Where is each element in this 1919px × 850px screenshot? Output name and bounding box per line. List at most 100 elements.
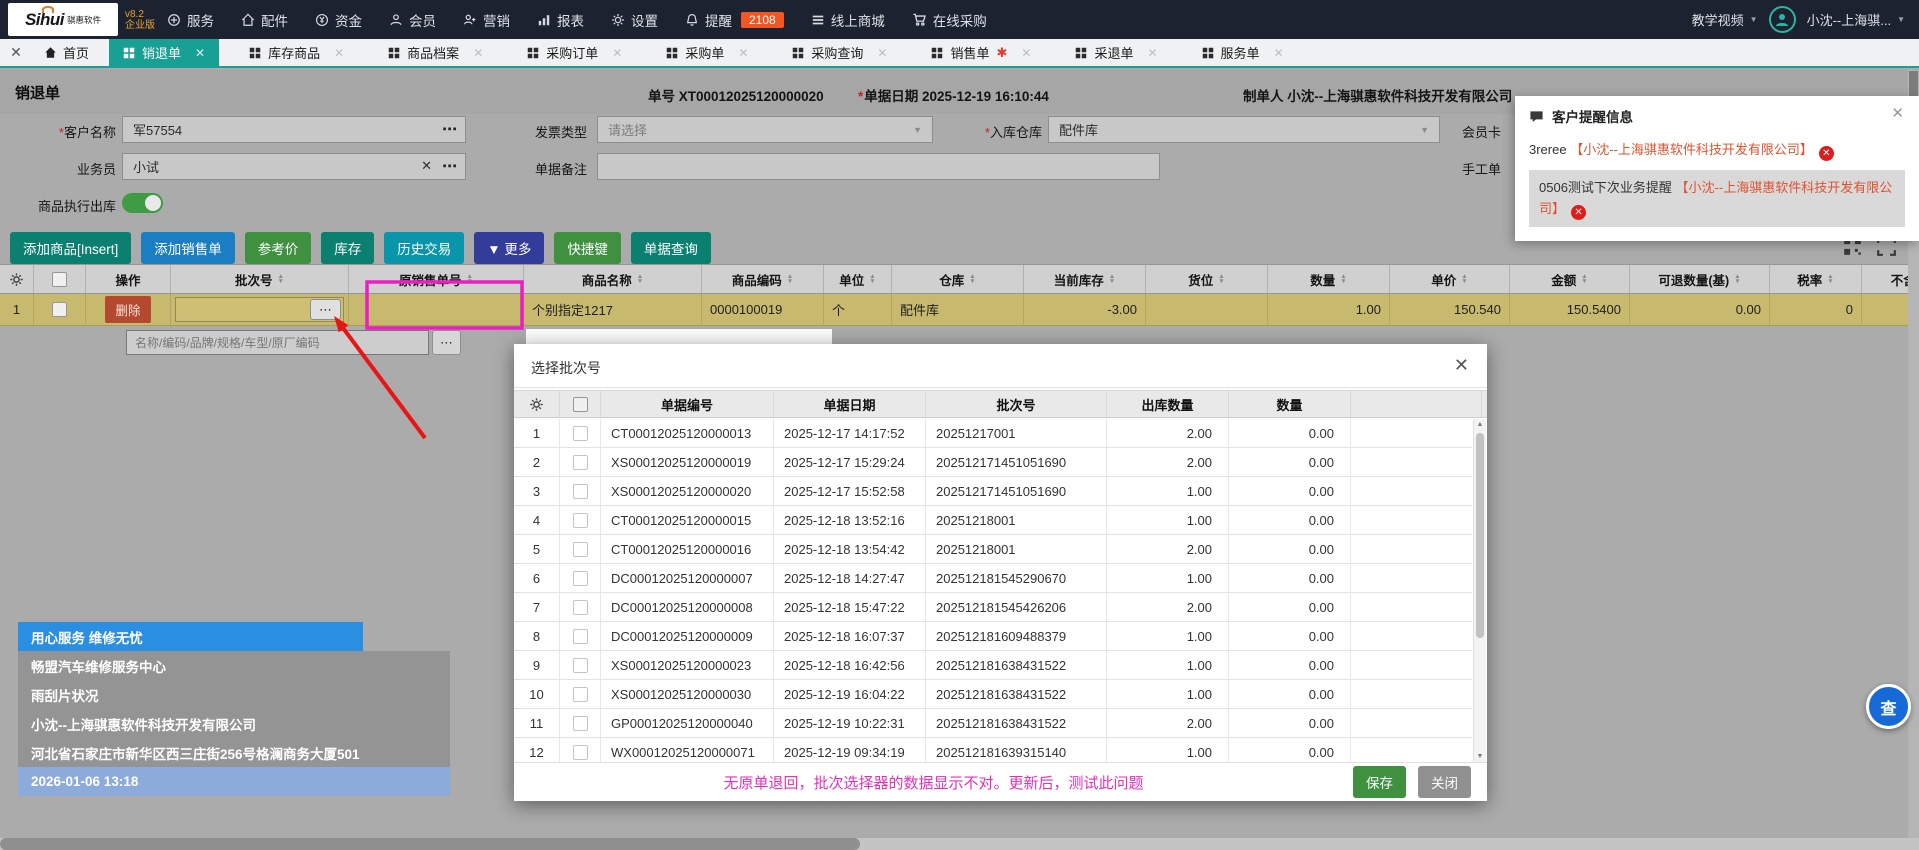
batch-row-checkbox[interactable] [573,745,588,760]
toolbar-button-添加销售单[interactable]: 添加销售单 [141,232,235,264]
batch-row-checkbox[interactable] [573,426,588,441]
tab-销退单[interactable]: 销退单✕ [109,39,219,66]
batch-row[interactable]: 3XS000120251200000202025-12-17 15:52:582… [514,477,1472,506]
tutorial-videos-link[interactable]: 教学视频 ▼ [1692,10,1758,29]
column-header-商品名称[interactable]: 商品名称▲▼ [524,265,702,293]
batch-row-checkbox[interactable] [573,658,588,673]
column-header-商品编码[interactable]: 商品编码▲▼ [702,265,824,293]
toolbar-button-参考价[interactable]: 参考价 [245,232,312,264]
reminder-panel-close-icon[interactable]: ✕ [1891,104,1904,122]
toolbar-button-快捷键[interactable]: 快捷键 [554,232,621,264]
delete-row-button[interactable]: 删除 [105,296,150,323]
toolbar-button-库存[interactable]: 库存 [321,232,374,264]
customer-lookup-button[interactable]: ⋯ [442,120,457,138]
toolbar-button-单据查询[interactable]: 单据查询 [631,232,711,264]
menu-item-资金[interactable]: 资金 [315,10,362,30]
scroll-up-icon[interactable]: ▲ [1474,421,1486,428]
batch-row-checkbox[interactable] [573,600,588,615]
menu-item-服务[interactable]: 服务 [167,10,214,30]
scrollbar-thumb[interactable] [1476,433,1484,638]
column-header-金额[interactable]: 金额▲▼ [1510,265,1630,293]
horizontal-scrollbar[interactable] [0,838,1919,850]
tab-采购查询[interactable]: 采购查询✕ [778,39,901,66]
menu-item-在线采购[interactable]: 在线采购 [912,10,987,30]
remark-input[interactable] [597,153,1160,180]
tab-close-icon[interactable]: ✕ [612,46,622,60]
batch-input[interactable]: ⋯ [175,297,344,322]
reminder-dismiss-icon[interactable]: ✕ [1819,146,1834,161]
batch-select-all-checkbox[interactable] [573,397,588,412]
column-header-数量[interactable]: 数量▲▼ [1268,265,1390,293]
batch-row[interactable]: 1CT000120251200000132025-12-17 14:17:522… [514,419,1472,448]
menu-item-报表[interactable]: 报表 [537,10,584,30]
tab-销售单[interactable]: 销售单✱✕ [917,39,1045,66]
scrollbar-thumb[interactable] [0,838,860,850]
column-header-原销售单号[interactable]: 原销售单号▲▼ [349,265,524,293]
salesman-input[interactable] [122,153,466,180]
row-checkbox[interactable] [52,302,67,317]
warehouse-select[interactable]: 配件库 ▼ [1048,116,1440,143]
invoice-type-select[interactable]: 请选择 ▼ [597,116,933,143]
product-search-input[interactable] [126,330,429,355]
batch-row-checkbox[interactable] [573,484,588,499]
tab-close-icon[interactable]: ✕ [473,46,483,60]
menu-item-提醒[interactable]: 提醒2108 [685,10,784,30]
menu-item-配件[interactable]: 配件 [241,10,288,30]
toolbar-button-历史交易[interactable]: 历史交易 [384,232,464,264]
batch-row[interactable]: 10XS000120251200000302025-12-19 16:04:22… [514,680,1472,709]
batch-table-settings-gear[interactable] [514,391,560,417]
column-header-批次号[interactable]: 批次号▲▼ [171,265,349,293]
tab-close-icon[interactable]: ✕ [1021,46,1031,60]
close-button[interactable]: 关闭 [1418,766,1471,798]
tab-采购单[interactable]: 采购单✕ [652,39,762,66]
batch-row-checkbox[interactable] [573,455,588,470]
scroll-down-icon[interactable]: ▼ [1474,753,1486,760]
batch-row[interactable]: 6DC000120251200000072025-12-18 14:27:472… [514,564,1472,593]
column-header-仓库[interactable]: 仓库▲▼ [892,265,1024,293]
select-all-checkbox[interactable] [52,272,67,287]
menu-item-营销[interactable]: 营销 [463,10,510,30]
batch-row[interactable]: 9XS000120251200000232025-12-18 16:42:562… [514,651,1472,680]
batch-table-scrollbar[interactable]: ▲ ▼ [1473,419,1486,762]
column-header-税率[interactable]: 税率▲▼ [1770,265,1862,293]
tab-close-icon[interactable]: ✕ [1147,46,1157,60]
batch-row[interactable]: 12WX000120251200000712025-12-19 09:34:19… [514,738,1472,762]
tab-close-icon[interactable]: ✕ [1274,46,1284,60]
dialog-close-icon[interactable]: ✕ [1454,355,1469,376]
menu-item-会员[interactable]: 会员 [389,10,436,30]
avatar[interactable] [1769,6,1796,33]
batch-row[interactable]: 11GP000120251200000402025-12-19 10:22:31… [514,709,1472,738]
batch-row[interactable]: 4CT000120251200000152025-12-18 13:52:162… [514,506,1472,535]
tab-home[interactable]: 首页 [32,39,109,66]
table-settings-gear[interactable] [0,265,34,293]
floating-search-button[interactable]: 查 [1866,684,1911,729]
toolbar-button-添加商品[Insert][interactable]: 添加商品[Insert] [10,232,131,264]
tab-close-icon[interactable]: ✕ [334,46,344,60]
column-header-可退数量(基)[interactable]: 可退数量(基)▲▼ [1630,265,1770,293]
batch-row-checkbox[interactable] [573,513,588,528]
salesman-lookup-button[interactable]: ⋯ [442,157,457,175]
column-header-当前库存[interactable]: 当前库存▲▼ [1024,265,1146,293]
batch-row[interactable]: 7DC000120251200000082025-12-18 15:47:222… [514,593,1472,622]
tab-库存商品[interactable]: 库存商品✕ [235,39,358,66]
menu-item-设置[interactable]: 设置 [611,10,658,30]
batch-row[interactable]: 5CT000120251200000162025-12-18 13:54:422… [514,535,1472,564]
batch-row-checkbox[interactable] [573,542,588,557]
outbound-toggle[interactable] [122,193,163,213]
batch-row-checkbox[interactable] [573,571,588,586]
tab-采购订单[interactable]: 采购订单✕ [513,39,636,66]
orig-sale-no-cell[interactable] [349,294,524,325]
tab-close-icon[interactable]: ✕ [738,46,748,60]
menu-item-线上商城[interactable]: 线上商城 [811,10,885,30]
column-header-货位[interactable]: 货位▲▼ [1146,265,1268,293]
batch-lookup-button[interactable]: ⋯ [310,299,341,320]
close-all-tabs-icon[interactable]: ✕ [0,39,32,66]
column-header-单价[interactable]: 单价▲▼ [1390,265,1510,293]
user-menu[interactable]: 小沈--上海骐... ▼ [1807,10,1905,29]
clear-icon[interactable]: ✕ [421,158,432,174]
batch-row[interactable]: 2XS000120251200000192025-12-17 15:29:242… [514,448,1472,477]
batch-row-checkbox[interactable] [573,716,588,731]
tab-close-icon[interactable]: ✕ [877,46,887,60]
save-button[interactable]: 保存 [1353,766,1406,798]
batch-row[interactable]: 8DC000120251200000092025-12-18 16:07:372… [514,622,1472,651]
